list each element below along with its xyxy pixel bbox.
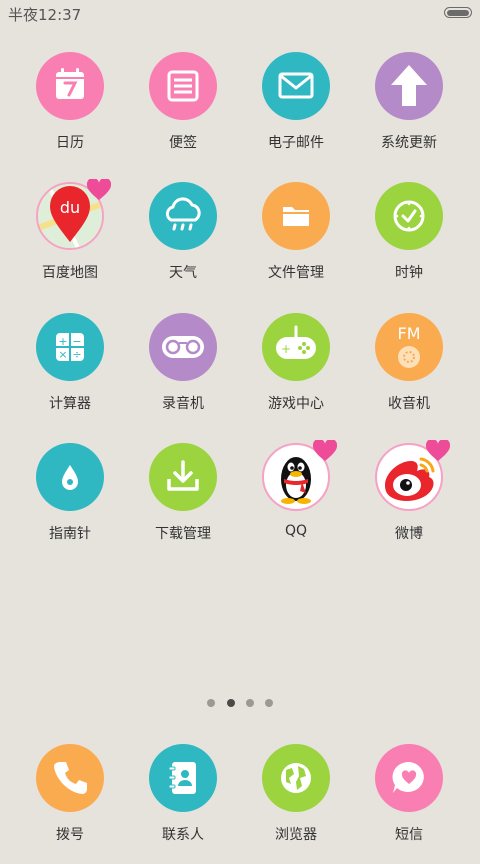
phone-icon bbox=[36, 744, 104, 812]
calculator-icon: + − × ÷ bbox=[36, 313, 104, 381]
app-label: 浏览器 bbox=[275, 827, 317, 843]
app-label: 系统更新 bbox=[381, 135, 437, 151]
notes-icon bbox=[149, 52, 217, 120]
radio-icon: FM bbox=[375, 313, 443, 381]
app-compass[interactable]: 指南针 bbox=[15, 443, 125, 563]
app-label: 指南针 bbox=[49, 526, 91, 542]
app-label: 短信 bbox=[395, 827, 423, 843]
clock-icon bbox=[375, 182, 443, 250]
app-label: 录音机 bbox=[162, 396, 204, 412]
app-calendar[interactable]: 日历 bbox=[15, 52, 125, 172]
app-label: 便签 bbox=[169, 135, 197, 151]
app-download-manager[interactable]: 下载管理 bbox=[128, 443, 238, 563]
heart-badge-icon bbox=[426, 440, 450, 461]
cassette-icon bbox=[149, 313, 217, 381]
app-notes[interactable]: 便签 bbox=[128, 52, 238, 172]
app-label: 计算器 bbox=[49, 396, 91, 412]
svg-text:FM: FM bbox=[397, 324, 420, 343]
page-dot-3[interactable] bbox=[246, 699, 254, 707]
status-time: 半夜12:37 bbox=[8, 6, 82, 24]
page-dot-2-current[interactable] bbox=[227, 699, 235, 707]
heart-badge-icon bbox=[313, 440, 337, 461]
app-weather[interactable]: 天气 bbox=[128, 182, 238, 302]
app-baidu-map[interactable]: du 百度地图 bbox=[15, 179, 125, 302]
browser-globe-icon bbox=[262, 744, 330, 812]
dock-messages[interactable]: 短信 bbox=[354, 744, 464, 864]
app-label: 时钟 bbox=[395, 265, 423, 281]
app-email[interactable]: 电子邮件 bbox=[241, 52, 351, 172]
app-system-update[interactable]: 系统更新 bbox=[354, 52, 464, 172]
app-label: 游戏中心 bbox=[268, 396, 324, 412]
compass-drop-icon bbox=[36, 443, 104, 511]
app-label: 下载管理 bbox=[155, 526, 211, 542]
app-label: 百度地图 bbox=[42, 265, 98, 281]
app-label: 日历 bbox=[56, 135, 84, 151]
gamepad-icon: + bbox=[262, 313, 330, 381]
page-indicator bbox=[0, 699, 480, 709]
battery-icon bbox=[444, 7, 472, 18]
mail-icon bbox=[262, 52, 330, 120]
app-radio[interactable]: FM 收音机 bbox=[354, 313, 464, 433]
weather-cloud-icon bbox=[149, 182, 217, 250]
dock-phone[interactable]: 拨号 bbox=[15, 744, 125, 864]
app-file-manager[interactable]: 文件管理 bbox=[241, 182, 351, 302]
update-arrow-icon bbox=[375, 52, 443, 120]
app-clock[interactable]: 时钟 bbox=[354, 182, 464, 302]
download-icon bbox=[149, 443, 217, 511]
dock-browser[interactable]: 浏览器 bbox=[241, 744, 351, 864]
app-label: 拨号 bbox=[56, 827, 84, 843]
app-qq[interactable]: QQ bbox=[241, 440, 351, 563]
folder-icon bbox=[262, 182, 330, 250]
app-recorder[interactable]: 录音机 bbox=[128, 313, 238, 433]
svg-text:÷: ÷ bbox=[72, 348, 81, 361]
app-label: QQ bbox=[284, 523, 308, 539]
app-label: 电子邮件 bbox=[268, 135, 324, 151]
app-label: 联系人 bbox=[162, 827, 204, 843]
app-calculator[interactable]: + − × ÷ 计算器 bbox=[15, 313, 125, 433]
page-dot-1[interactable] bbox=[207, 699, 215, 707]
app-game-center[interactable]: + 游戏中心 bbox=[241, 313, 351, 433]
heart-badge-icon bbox=[87, 179, 111, 200]
app-label: 收音机 bbox=[388, 396, 430, 412]
app-label: 微博 bbox=[395, 526, 423, 542]
status-bar: 半夜12:37 bbox=[0, 0, 480, 28]
message-heart-icon bbox=[375, 744, 443, 812]
page-dot-4[interactable] bbox=[265, 699, 273, 707]
svg-text:−: − bbox=[72, 335, 81, 348]
svg-text:+: + bbox=[58, 335, 67, 348]
dock-contacts[interactable]: 联系人 bbox=[128, 744, 238, 864]
calendar-icon bbox=[36, 52, 104, 120]
app-weibo[interactable]: 微博 bbox=[354, 440, 464, 563]
baidu-du-text: du bbox=[60, 198, 80, 217]
svg-text:+: + bbox=[281, 342, 291, 356]
contacts-icon bbox=[149, 744, 217, 812]
svg-text:×: × bbox=[58, 348, 67, 361]
app-label: 文件管理 bbox=[268, 265, 324, 281]
app-label: 天气 bbox=[169, 265, 197, 281]
